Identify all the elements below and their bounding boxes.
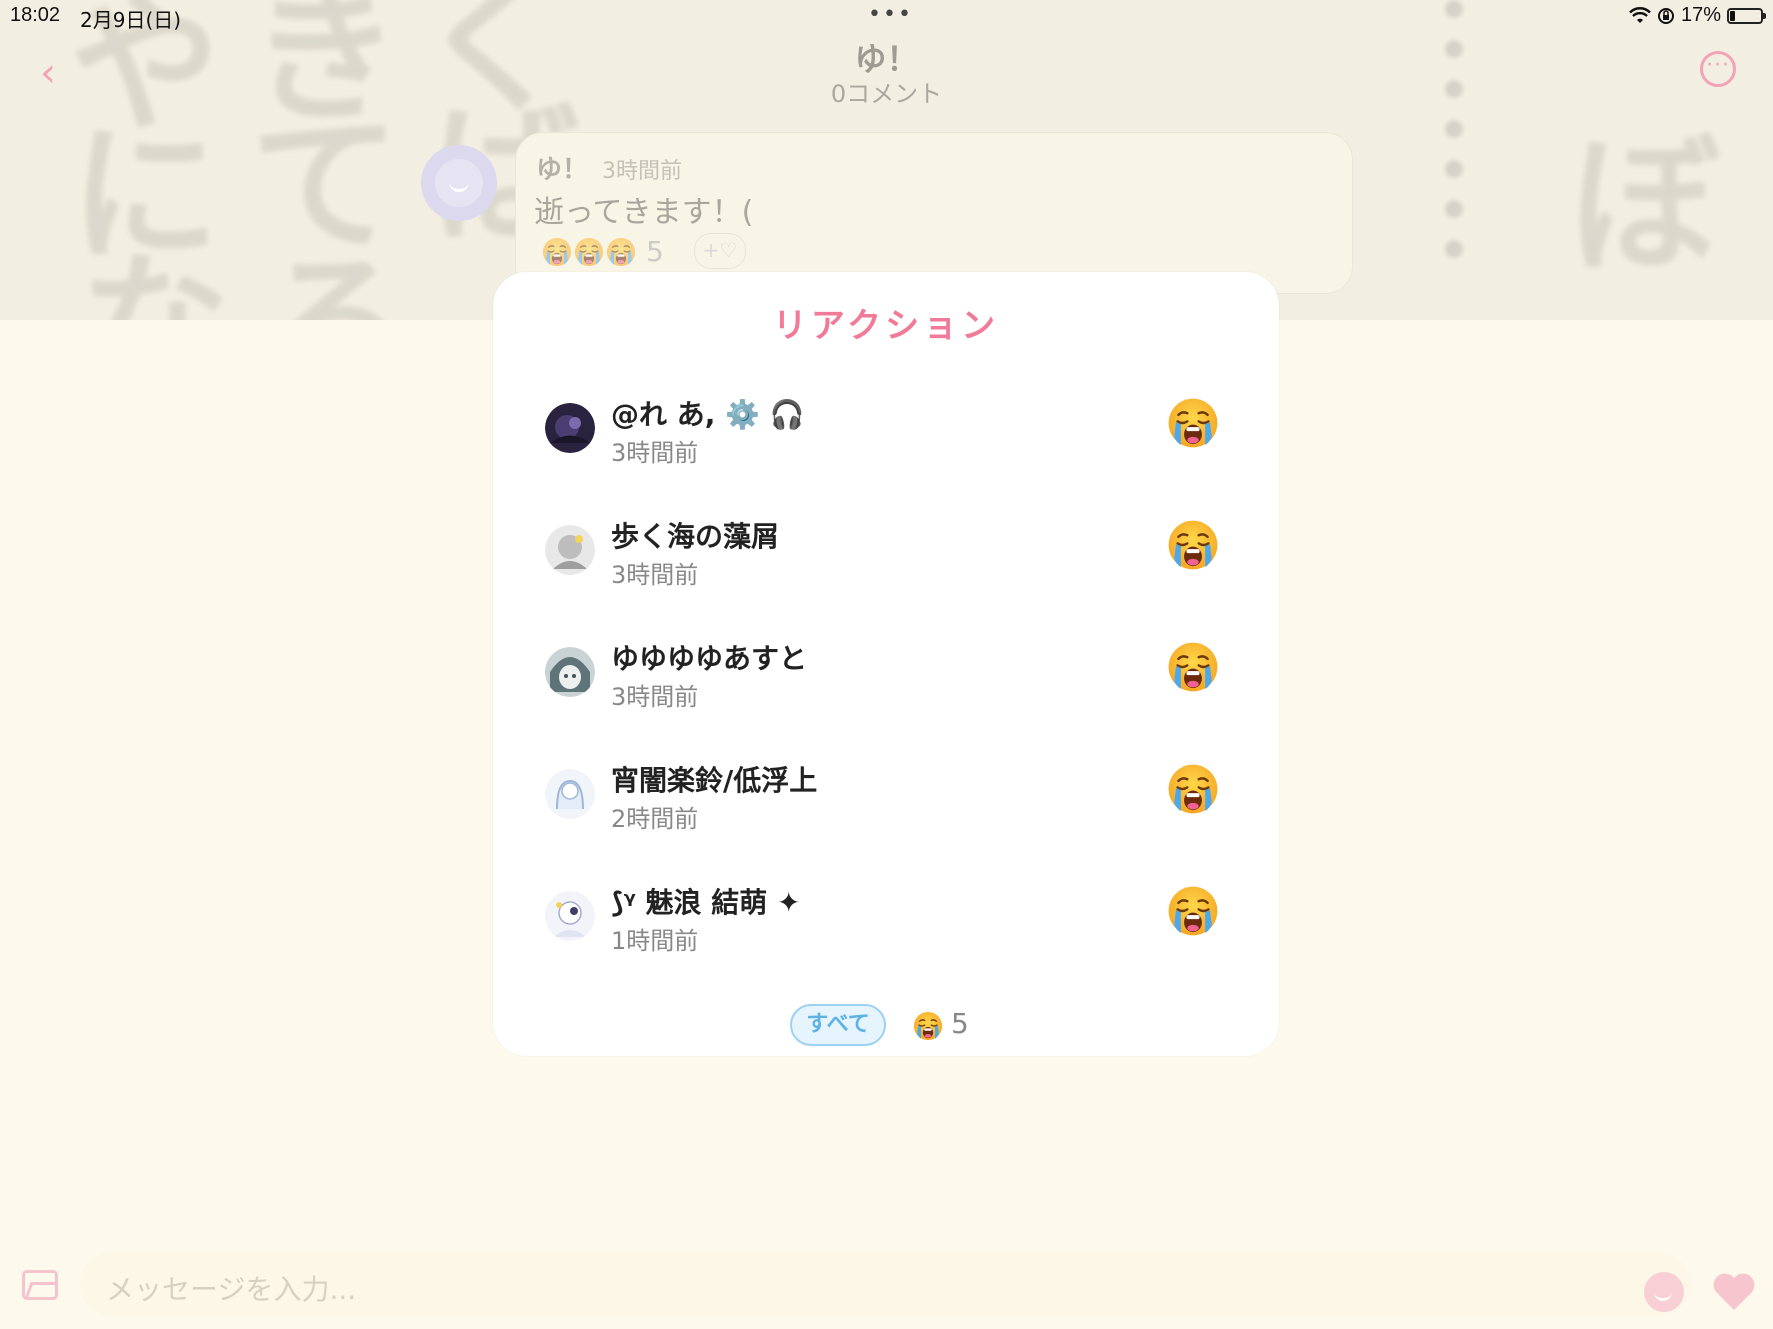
avatar[interactable]: [545, 403, 595, 453]
status-right: 17%: [1629, 4, 1766, 27]
reaction-row[interactable]: ゆゆゆゆあすと 3時間前: [493, 619, 1279, 719]
battery-icon: [1727, 7, 1766, 24]
avatar[interactable]: [545, 769, 595, 819]
reaction-user-name: @れ あ, ⚙️ 🎧: [611, 398, 805, 431]
message-text: 逝ってきます！(: [534, 195, 754, 230]
avatar[interactable]: [545, 647, 595, 697]
reaction-row[interactable]: 宵闇楽鈴/低浮上 2時間前: [493, 741, 1279, 841]
message-bubble[interactable]: ゆ！ 3時間前 逝ってきます！( 5 +♡: [515, 132, 1353, 294]
avatar[interactable]: [545, 525, 595, 575]
status-time: 18:02: [10, 4, 61, 26]
add-reaction-button[interactable]: +♡: [694, 233, 746, 269]
wifi-icon: [1629, 6, 1651, 23]
reaction-user-name: ⟆ᵞ 魅浪 結萌 ✦: [611, 886, 801, 919]
crying-face-icon: [1167, 763, 1219, 815]
battery-percent: 17%: [1680, 4, 1721, 26]
heart-icon[interactable]: [1710, 1268, 1758, 1312]
message-reactions[interactable]: 5: [542, 235, 664, 268]
reaction-time: 2時間前: [611, 805, 699, 833]
crying-face-icon[interactable]: [913, 1011, 943, 1041]
more-options-button[interactable]: ···: [1700, 51, 1736, 87]
crying-face-icon: [542, 237, 572, 267]
crying-face-icon: [606, 237, 636, 267]
reaction-time: 3時間前: [611, 683, 699, 711]
filter-all-tab[interactable]: すべて: [790, 1004, 886, 1046]
avatar[interactable]: [545, 891, 595, 941]
modal-title: リアクション: [772, 306, 1000, 346]
message-input-bar: メッセージを入力...: [0, 1244, 1773, 1329]
orientation-lock-icon: [1657, 7, 1674, 24]
reaction-count: 5: [646, 235, 664, 268]
reaction-modal: リアクション @れ あ, ⚙️ 🎧 3時間前 歩く海の藻屑 3時間前 ゆゆゆゆあ…: [493, 272, 1279, 1056]
reaction-filter-bar: すべて 5: [493, 1004, 1279, 1052]
stamp-icon[interactable]: [1644, 1272, 1684, 1312]
message-input[interactable]: メッセージを入力...: [80, 1252, 1690, 1316]
message-input-placeholder: メッセージを入力...: [106, 1273, 357, 1306]
multitask-dots-icon[interactable]: •••: [868, 2, 913, 27]
avatar[interactable]: [421, 145, 497, 221]
reaction-row[interactable]: 歩く海の藻屑 3時間前: [493, 497, 1279, 597]
message-author: ゆ！: [536, 155, 589, 185]
reaction-user-name: 歩く海の藻屑: [611, 520, 780, 553]
reaction-time: 1時間前: [611, 927, 699, 955]
status-date: 2月9日(日): [80, 8, 182, 32]
reaction-user-name: ゆゆゆゆあすと: [611, 642, 808, 675]
reaction-time: 3時間前: [611, 561, 699, 589]
reaction-time: 3時間前: [611, 439, 699, 467]
comment-count: 0コメント: [830, 80, 943, 108]
crying-face-icon: [1167, 397, 1219, 449]
reaction-user-name: 宵闇楽鈴/低浮上: [611, 764, 818, 797]
reaction-row[interactable]: @れ あ, ⚙️ 🎧 3時間前: [493, 375, 1279, 475]
filter-emoji-count[interactable]: 5: [951, 1007, 969, 1040]
crying-face-icon: [1167, 641, 1219, 693]
status-bar: 18:02 2月9日(日) ••• 17%: [0, 0, 1773, 34]
message-time: 3時間前: [602, 159, 682, 184]
crying-face-icon: [1167, 519, 1219, 571]
crying-face-icon: [1167, 885, 1219, 937]
image-icon[interactable]: [22, 1270, 58, 1300]
reaction-row[interactable]: ⟆ᵞ 魅浪 結萌 ✦ 1時間前: [493, 863, 1279, 963]
crying-face-icon: [574, 237, 604, 267]
